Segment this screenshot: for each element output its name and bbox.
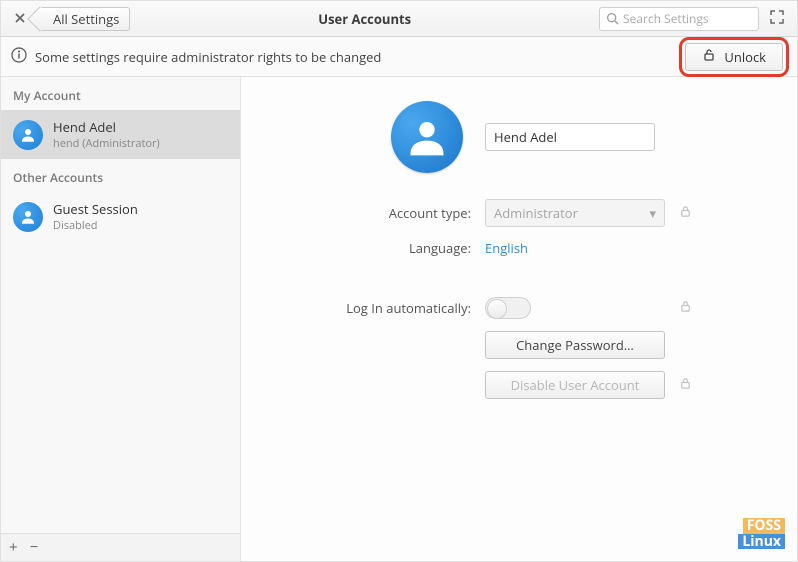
section-other-accounts: Other Accounts (1, 159, 240, 192)
search-field[interactable] (599, 7, 759, 31)
accounts-sidebar: My Account Hend Adel hend (Administrator… (1, 77, 241, 561)
info-icon (11, 47, 27, 67)
window-header: All Settings User Accounts (1, 1, 797, 37)
language-link[interactable]: English (485, 239, 665, 257)
label-language: Language: (271, 239, 471, 257)
lock-icon (679, 376, 703, 394)
account-sub: Disabled (53, 218, 138, 233)
admin-info-bar: Some settings require administrator righ… (1, 37, 797, 77)
account-type-value: Administrator (494, 204, 578, 222)
account-type-select: Administrator ▾ (485, 199, 665, 227)
display-name-input[interactable] (485, 123, 655, 151)
avatar-icon (13, 120, 43, 150)
unlock-button[interactable]: Unlock (685, 43, 783, 71)
account-row-self[interactable]: Hend Adel hend (Administrator) (1, 110, 240, 159)
watermark: FOSS Linux (738, 518, 785, 549)
lock-icon (679, 299, 703, 317)
back-all-settings-button[interactable]: All Settings (39, 7, 130, 31)
avatar-large[interactable] (391, 101, 463, 173)
fullscreen-icon[interactable] (765, 10, 789, 28)
lock-icon (679, 204, 703, 222)
lock-icon (702, 48, 716, 66)
account-row-guest[interactable]: Guest Session Disabled (1, 192, 240, 241)
remove-account-button[interactable]: − (30, 540, 39, 555)
label-account-type: Account type: (271, 204, 471, 222)
page-title: User Accounts (130, 10, 599, 28)
account-sub: hend (Administrator) (53, 136, 160, 151)
chevron-down-icon: ▾ (649, 204, 656, 222)
avatar-icon (13, 202, 43, 232)
auto-login-toggle[interactable] (485, 297, 531, 319)
watermark-line2: Linux (738, 534, 785, 549)
unlock-label: Unlock (724, 48, 766, 66)
sidebar-footer: + − (1, 533, 240, 561)
info-message: Some settings require administrator righ… (35, 48, 681, 66)
section-my-account: My Account (1, 77, 240, 110)
account-name: Guest Session (53, 200, 138, 218)
label-auto-login: Log In automatically: (271, 299, 471, 317)
search-input[interactable] (623, 10, 752, 27)
change-password-button[interactable]: Change Password… (485, 331, 665, 359)
account-name: Hend Adel (53, 118, 160, 136)
add-account-button[interactable]: + (9, 540, 18, 555)
account-detail-pane: Account type: Administrator ▾ Language: … (241, 77, 797, 561)
disable-user-button: Disable User Account (485, 371, 665, 399)
back-label: All Settings (53, 10, 119, 28)
search-icon (606, 12, 619, 25)
